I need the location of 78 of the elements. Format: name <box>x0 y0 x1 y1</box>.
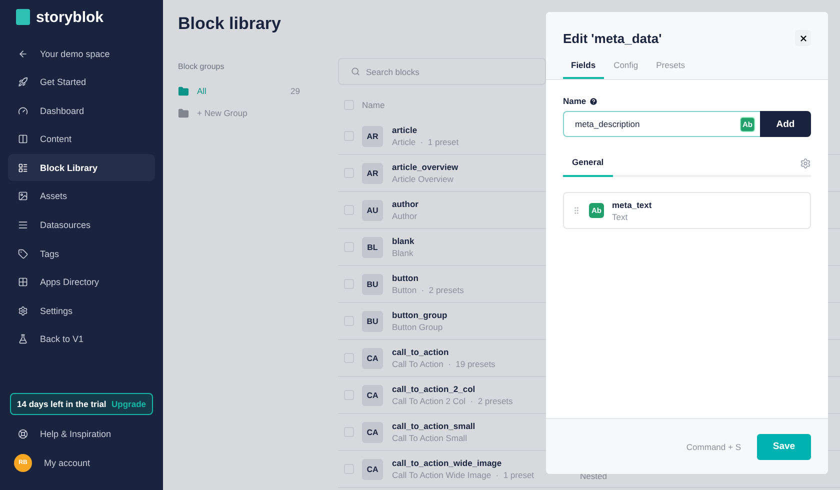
list-icon <box>18 220 28 230</box>
block-subtitle: Call To Action Wide Image · 1 preset <box>392 470 536 480</box>
section-tab[interactable]: General <box>563 157 613 177</box>
nav-item[interactable]: Block Library <box>8 154 155 182</box>
grid-icon <box>18 277 28 288</box>
field-type: Text <box>612 212 629 222</box>
block-name: call_to_action_small <box>392 421 476 431</box>
block-initials: CA <box>362 348 383 368</box>
block-initials: CA <box>362 384 383 406</box>
nav-item[interactable]: Datasources <box>8 212 155 239</box>
block-initials: AR <box>362 126 383 146</box>
folder-icon <box>178 86 189 96</box>
block-subtitle: Blank <box>392 248 414 258</box>
page-title: Block library <box>178 14 282 34</box>
nav-item[interactable]: Get Started <box>8 68 155 96</box>
name-label: Name <box>563 96 586 106</box>
tab[interactable]: Fields <box>563 60 604 79</box>
block-name: call_to_action_2_col <box>392 384 476 394</box>
block-name: article_overview <box>392 162 460 172</box>
block-name: button_group <box>392 310 448 320</box>
block-subtitle: Button · 2 presets <box>392 285 465 295</box>
lifebuoy-icon <box>18 429 28 440</box>
blocks-icon <box>18 162 28 173</box>
nav-item[interactable]: Assets <box>8 182 155 210</box>
block-subtitle: Author <box>392 211 418 221</box>
block-initials: BL <box>362 236 383 258</box>
close-icon <box>798 34 808 42</box>
trial-text: 14 days left in the trial <box>17 398 106 409</box>
block-initials: BU <box>362 310 383 332</box>
block-initials: CA <box>362 458 383 480</box>
rocket-icon <box>18 77 28 88</box>
drag-handle-icon[interactable] <box>572 206 581 215</box>
block-name: author <box>392 199 420 209</box>
block-initials: CA <box>362 422 383 442</box>
flask-icon <box>18 334 28 344</box>
block-name: call_to_action_wide_image <box>392 458 503 468</box>
block-subtitle: Article Overview <box>392 174 454 184</box>
nav-item[interactable]: Tags <box>8 240 155 268</box>
close-button[interactable] <box>795 30 811 46</box>
shortcut-hint: Command + S <box>686 442 741 452</box>
logo-text: storyblok <box>36 8 104 26</box>
panel-title: Edit 'meta_data' <box>563 30 662 46</box>
back-link[interactable]: Your demo space <box>8 40 155 67</box>
tag-icon <box>18 248 28 259</box>
column-header: Name <box>362 100 385 110</box>
settings-icon <box>18 306 28 316</box>
arrow-left-icon <box>18 48 28 58</box>
block-name: call_to_action <box>392 347 450 357</box>
block-subtitle: Call To Action Small <box>392 433 468 443</box>
help-link[interactable]: Help & Inspiration <box>8 420 155 448</box>
nav-item[interactable]: Settings <box>8 297 155 324</box>
add-button[interactable]: Add <box>760 111 811 137</box>
block-subtitle: Button Group <box>392 322 444 332</box>
group-count: 29 <box>290 86 300 96</box>
groups-heading: Block groups <box>178 62 226 71</box>
block-name: article <box>392 125 418 135</box>
folder-icon <box>178 108 189 118</box>
upgrade-link[interactable]: Upgrade <box>112 398 146 409</box>
nav-item[interactable]: Apps Directory <box>8 268 155 296</box>
nav-item[interactable]: Back to V1 <box>8 326 155 353</box>
nav-item[interactable]: Content <box>8 126 155 153</box>
block-name: blank <box>392 236 416 246</box>
columns-icon <box>18 134 28 144</box>
help-icon <box>589 96 598 106</box>
field-name: meta_text <box>612 200 653 210</box>
block-initials: BU <box>362 274 383 294</box>
block-subtitle: Call To Action · 19 presets <box>392 359 496 369</box>
block-initials: AR <box>362 162 383 184</box>
block-subtitle: Article · 1 preset <box>392 137 460 147</box>
image-icon <box>18 191 28 202</box>
block-name: button <box>392 273 420 283</box>
gauge-icon <box>18 106 28 116</box>
block-initials: AU <box>362 200 383 220</box>
logo-icon <box>16 9 30 25</box>
block-subtitle: Call To Action 2 Col · 2 presets <box>392 396 514 406</box>
search-icon <box>351 67 360 76</box>
settings-icon[interactable] <box>800 158 811 168</box>
nav-item[interactable]: Dashboard <box>8 97 155 124</box>
